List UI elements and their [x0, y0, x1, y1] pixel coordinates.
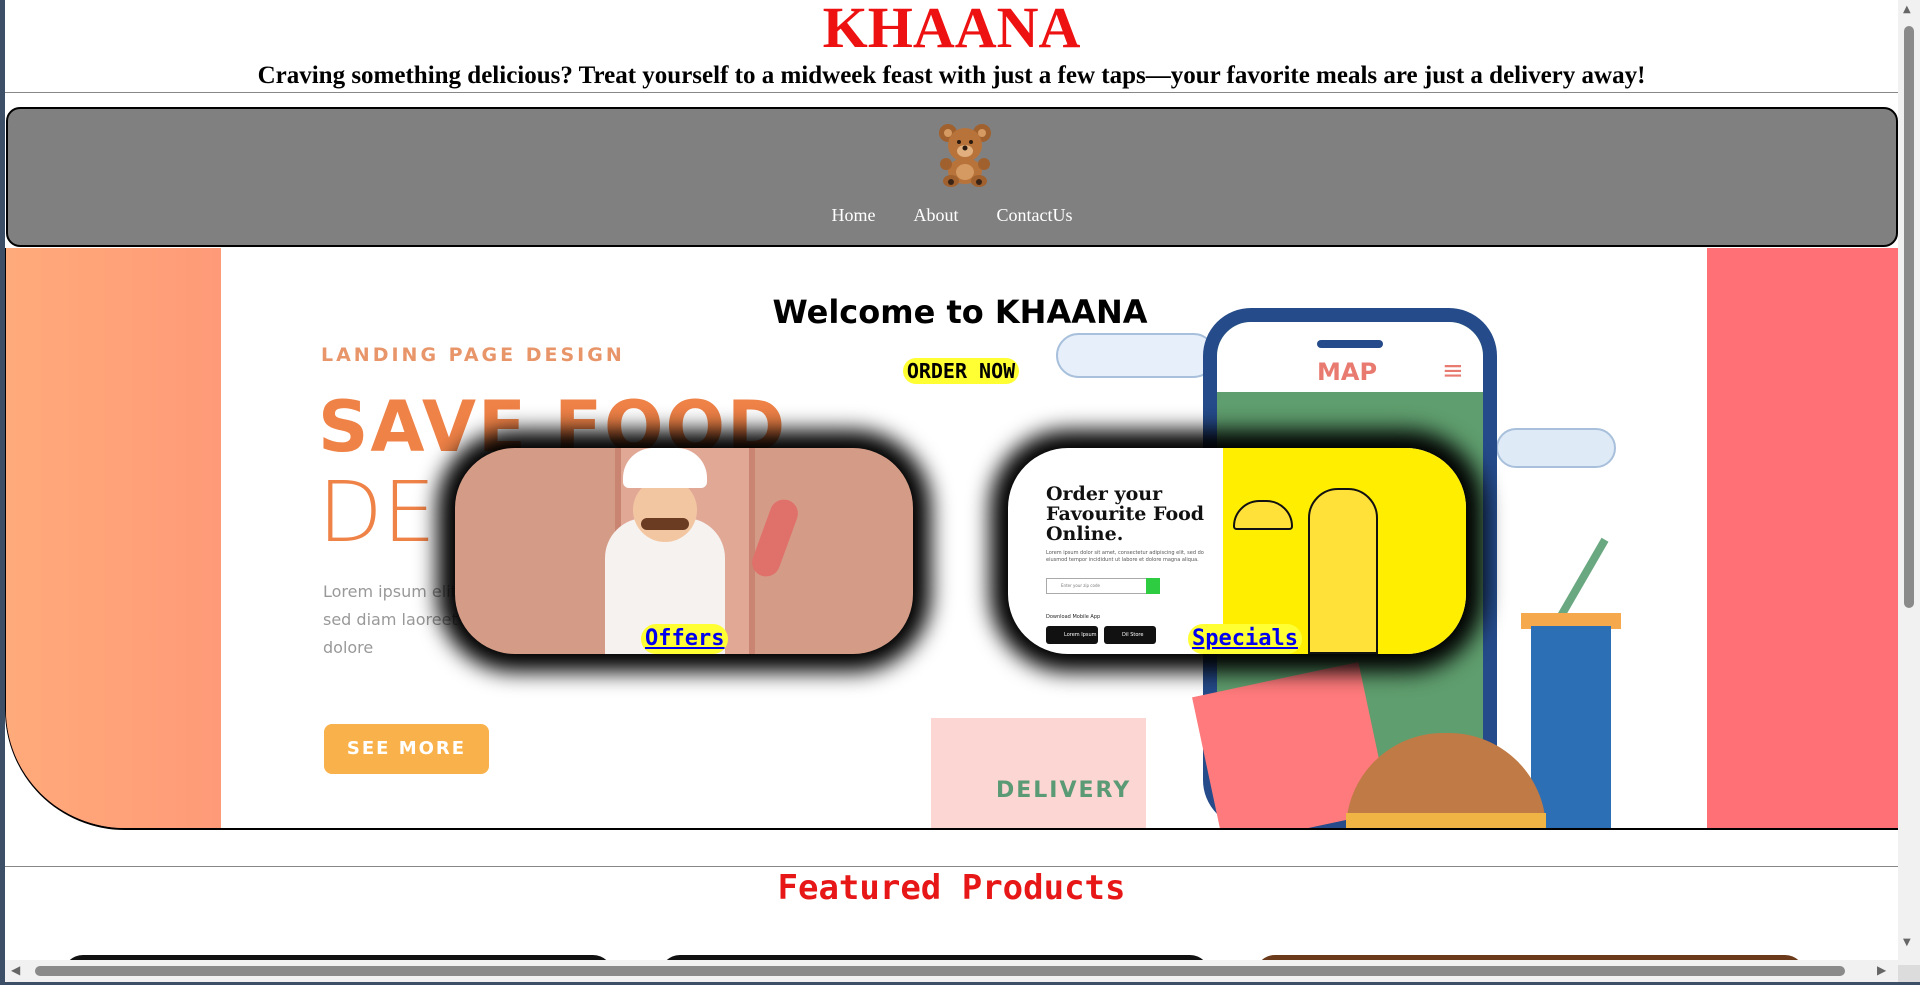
featured-products-heading: Featured Products: [777, 868, 1126, 908]
page-viewport: KHAANA Craving something delicious? Trea…: [5, 0, 1898, 960]
offers-card[interactable]: Offers: [455, 448, 913, 654]
hero-background-right: [1707, 248, 1898, 828]
teddy-bear-icon: [934, 121, 996, 187]
nav-link-home[interactable]: Home: [832, 205, 876, 226]
specials-image-download: Download Mobile App: [1046, 614, 1101, 620]
vertical-scroll-thumb[interactable]: [1904, 26, 1914, 608]
bg-label: LANDING PAGE DESIGN: [321, 344, 625, 366]
navbar: Home About ContactUs: [6, 107, 1898, 247]
specials-image-input: Enter your zip code: [1046, 578, 1158, 594]
spatula-illustration: [748, 495, 802, 581]
order-now-button[interactable]: ORDER NOW: [903, 358, 1019, 384]
hero-background-left: [6, 248, 221, 828]
scroll-up-arrow-icon[interactable]: ▲: [1903, 4, 1911, 15]
vertical-scrollbar[interactable]: ▲ ▼: [1898, 0, 1920, 965]
phone-notch: [1317, 340, 1383, 348]
offers-link[interactable]: Offers: [641, 624, 729, 654]
bg-delivery-label: DELIVERY: [996, 778, 1132, 803]
specials-image-store-badge: Lorem Ipsum: [1046, 626, 1098, 644]
specials-image-store-badge: Dil Store: [1104, 626, 1156, 644]
horizontal-scrollbar[interactable]: ◀ ▶: [5, 960, 1898, 982]
scroll-left-arrow-icon[interactable]: ◀: [11, 963, 20, 977]
bg-headline-2: DE: [318, 463, 436, 561]
phone-map-label: MAP: [1317, 358, 1378, 386]
horizontal-scroll-thumb[interactable]: [35, 966, 1845, 976]
chef-mustache-illustration: [641, 518, 689, 530]
scroll-down-arrow-icon[interactable]: ▼: [1903, 937, 1911, 948]
site-title: KHAANA: [822, 0, 1081, 60]
site-tagline: Craving something delicious? Treat yours…: [257, 62, 1646, 89]
specials-card[interactable]: Order your Favourite Food Online. Lorem …: [1008, 448, 1466, 654]
delivery-box-illustration: [931, 718, 1146, 828]
cloud-illustration: [1056, 333, 1216, 378]
hamburger-icon: ≡: [1442, 356, 1464, 386]
burger-cheese-illustration: [1346, 813, 1546, 828]
phone-screen-header: MAP ≡: [1217, 322, 1483, 392]
scroll-right-arrow-icon[interactable]: ▶: [1877, 963, 1886, 977]
welcome-heading: Welcome to KHAANA: [772, 293, 1148, 331]
specials-link[interactable]: Specials: [1188, 624, 1302, 654]
nav-links: Home About ContactUs: [8, 205, 1896, 226]
specials-image-title: Order your Favourite Food Online.: [1046, 483, 1205, 545]
nav-link-contactus[interactable]: ContactUs: [997, 205, 1073, 226]
specials-image-input-button: [1146, 578, 1160, 594]
nav-link-about[interactable]: About: [914, 205, 959, 226]
cloud-illustration: [1496, 428, 1616, 468]
cup-illustration: [1531, 626, 1611, 828]
waiter-illustration: [1308, 488, 1378, 654]
chef-hat-illustration: [623, 448, 707, 488]
hero-banner: LANDING PAGE DESIGN SAVE FOOD DE Lorem i…: [5, 248, 1898, 830]
bg-see-more-graphic: SEE MORE: [324, 724, 489, 774]
header-divider: [5, 92, 1898, 93]
specials-image-text: Lorem ipsum dolor sit amet, consectetur …: [1046, 550, 1204, 563]
